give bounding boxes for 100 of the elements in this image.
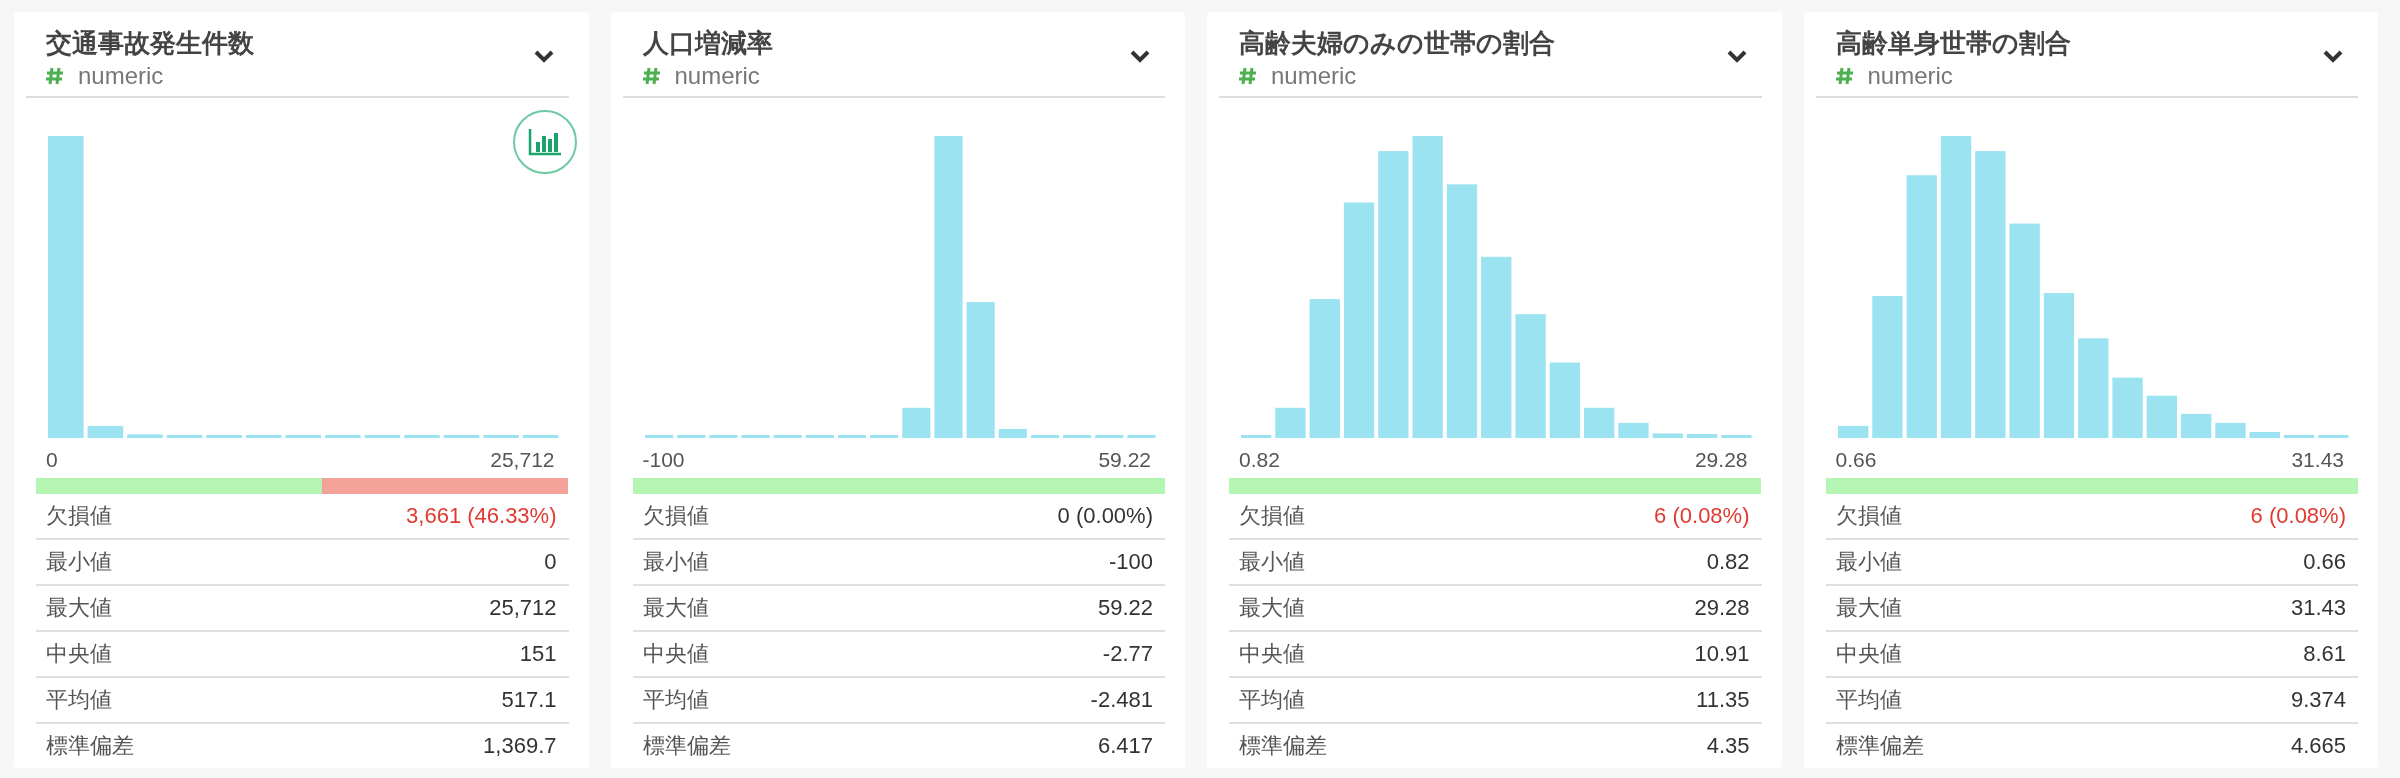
- stat-value: -2.77: [1102, 641, 1153, 667]
- histogram-bar: [522, 435, 559, 438]
- stat-label: 中央値: [1835, 640, 1902, 668]
- stat-value: 59.22: [1097, 595, 1153, 621]
- chevron-down-icon[interactable]: [1725, 49, 1748, 63]
- histogram-bar: [708, 435, 737, 438]
- chart-icon[interactable]: [512, 110, 577, 174]
- histogram-bar: [1652, 433, 1683, 438]
- histogram-bar: [1241, 435, 1272, 438]
- hash-icon: [642, 67, 661, 85]
- stat-label: 中央値: [46, 640, 112, 668]
- hash-icon: [1239, 67, 1257, 85]
- column-title: 高齢単身世帯の割合: [1835, 27, 2071, 60]
- stat-label: 標準偏差: [46, 732, 134, 760]
- stat-value: 4.665: [2290, 733, 2346, 759]
- stat-value: 9.374: [2290, 687, 2346, 713]
- histogram-bar: [2214, 422, 2246, 438]
- stat-value: 517.1: [501, 687, 557, 713]
- histogram-bar: [245, 435, 282, 438]
- stat-value: 6 (0.08%): [2250, 503, 2346, 529]
- histogram-bar: [1030, 435, 1059, 438]
- histogram-bar: [740, 435, 770, 438]
- histogram-bar: [998, 428, 1027, 438]
- histogram-bar: [127, 434, 163, 438]
- histogram-bar: [325, 435, 361, 438]
- stat-value: 3,661 (46.33%): [406, 503, 557, 529]
- histogram-bar: [2249, 431, 2280, 438]
- hash-icon: [1835, 67, 1854, 85]
- stat-value: 25,712: [489, 595, 557, 621]
- histogram-bar: [483, 435, 519, 438]
- stat-value: 11.35: [1696, 687, 1750, 713]
- column-title: 高齢夫婦のみの世帯の割合: [1239, 27, 1555, 60]
- chevron-down-icon[interactable]: [2322, 49, 2344, 63]
- chevron-down-icon[interactable]: [532, 49, 555, 63]
- histogram-bar: [1126, 435, 1155, 438]
- histogram-bar: [676, 435, 705, 438]
- stat-label: 標準偏差: [1239, 732, 1327, 760]
- histogram-bar: [805, 435, 834, 438]
- stat-value: 151: [519, 641, 557, 667]
- histogram-bar: [364, 435, 401, 438]
- axis-max-label: 59.22: [1098, 448, 1151, 472]
- stat-label: 最大値: [1835, 594, 1902, 622]
- stat-label: 最大値: [1239, 594, 1305, 622]
- chevron-down-icon[interactable]: [1129, 49, 1151, 63]
- column-title: 交通事故発生件数: [46, 27, 254, 60]
- stat-label: 標準偏差: [642, 732, 731, 760]
- axis-min-label: 0.66: [1835, 448, 1877, 472]
- stat-label: 欠損値: [1239, 502, 1305, 530]
- stat-label: 最小値: [1239, 548, 1305, 576]
- stat-label: 標準偏差: [1835, 732, 1924, 760]
- histogram-bar: [837, 435, 866, 438]
- axis-max-label: 25,712: [490, 448, 555, 472]
- histogram-bar: [1275, 407, 1306, 438]
- histogram-bar: [644, 435, 673, 438]
- histogram-bar: [2111, 377, 2143, 438]
- stat-label: 最小値: [46, 548, 112, 576]
- axis-min-label: -100: [642, 448, 685, 472]
- stat-label: 平均値: [46, 686, 112, 714]
- stat-value: 10.91: [1694, 641, 1750, 667]
- stat-value: 8.61: [2303, 641, 2346, 667]
- axis-min-label: 0: [46, 448, 58, 472]
- stat-label: 欠損値: [642, 502, 709, 530]
- type-label: numeric: [674, 61, 760, 91]
- histogram-bar: [2146, 395, 2177, 438]
- histogram-bar: [2283, 435, 2314, 438]
- stat-value: 0: [544, 549, 557, 575]
- type-label: numeric: [1867, 61, 1953, 91]
- stat-value: 1,369.7: [483, 733, 557, 759]
- stat-value: -100: [1108, 549, 1153, 575]
- histogram-bar: [901, 407, 930, 438]
- histogram-bar: [2317, 435, 2348, 438]
- axis-min-label: 0.82: [1239, 448, 1280, 472]
- histogram-bar: [1094, 435, 1123, 438]
- type-label: numeric: [78, 61, 164, 91]
- stat-label: 欠損値: [1835, 502, 1902, 530]
- hash-icon: [46, 67, 64, 85]
- stat-label: 最大値: [46, 594, 112, 622]
- stat-label: 中央値: [1239, 640, 1305, 668]
- histogram-bar: [2180, 413, 2211, 438]
- stat-label: 最大値: [642, 594, 709, 622]
- histogram-bar: [1584, 407, 1615, 438]
- stat-label: 平均値: [1239, 686, 1305, 714]
- type-label: numeric: [1271, 61, 1357, 91]
- stat-value: 0.66: [2303, 549, 2346, 575]
- stat-label: 最小値: [1835, 548, 1902, 576]
- histogram-bar: [1686, 434, 1718, 438]
- histogram-bar: [87, 425, 124, 438]
- stat-value: 0.82: [1706, 549, 1750, 575]
- histogram-bar: [443, 435, 480, 438]
- stat-label: 平均値: [642, 686, 709, 714]
- histogram-bar: [1721, 435, 1752, 438]
- axis-max-label: 31.43: [2291, 448, 2344, 472]
- stat-value: 4.35: [1706, 733, 1750, 759]
- histogram-bar: [166, 435, 203, 438]
- stat-value: 6 (0.08%): [1654, 503, 1750, 529]
- histogram-bar: [1062, 435, 1091, 438]
- histogram-bar: [285, 435, 322, 438]
- stat-label: 欠損値: [46, 502, 112, 530]
- histogram-bar: [404, 435, 440, 438]
- axis-max-label: 29.28: [1694, 448, 1748, 472]
